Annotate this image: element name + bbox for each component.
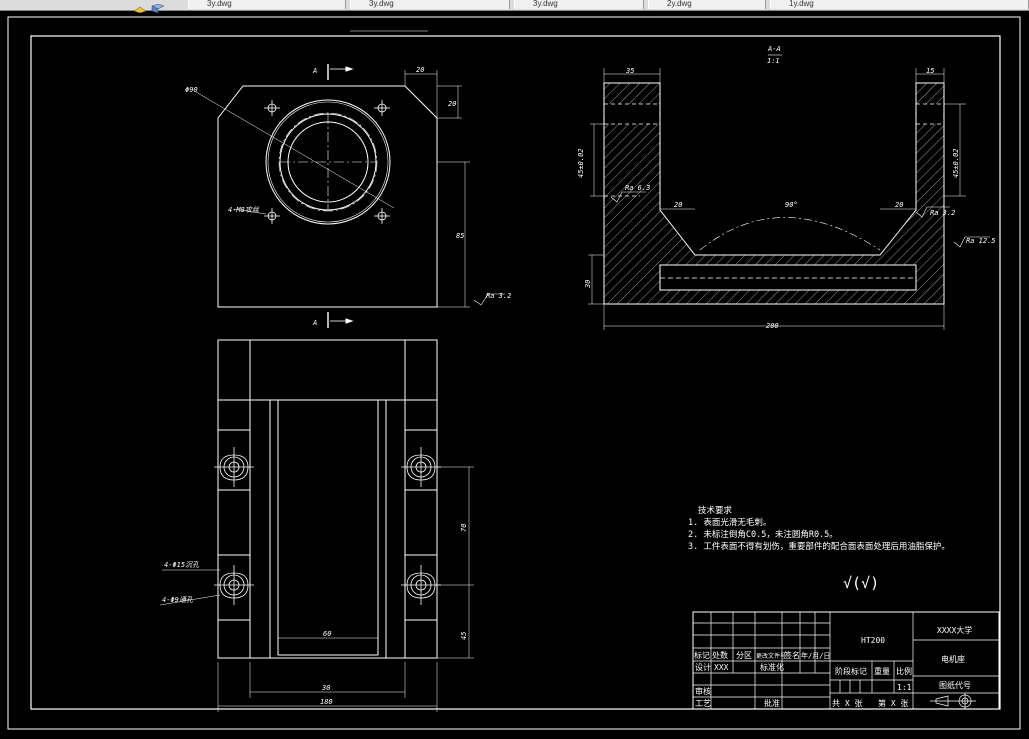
notes-line-1: 1. 表面光滑无毛刺。 <box>688 517 771 528</box>
header-change-doc: 更改文件号 <box>756 652 786 660</box>
header-date: 年/月/日 <box>801 651 830 660</box>
section-mark-top: A <box>312 67 317 75</box>
weight-label: 重量 <box>874 666 890 676</box>
dim-front-h20: 20 <box>448 100 456 108</box>
dim-sec-right-h: 45±0.02 <box>952 148 960 178</box>
dim-sec-15: 15 <box>926 67 934 75</box>
section-mark-bottom: A <box>312 319 317 327</box>
label-design: 设计 <box>695 662 711 672</box>
section-title: A-A <box>767 45 781 53</box>
dim-sec-angle: 90° <box>785 201 798 209</box>
section-scale: 1:1 <box>767 57 780 65</box>
dim-dia90: Φ90 <box>185 86 198 94</box>
scale-value: 1:1 <box>897 683 912 692</box>
section-view-a-a <box>588 54 990 330</box>
label-counterbore: 4-Φ15沉孔 <box>164 561 200 569</box>
tab-drawing-2[interactable]: 3y.dwg <box>350 0 510 9</box>
notes-line-2: 2. 未标注倒角C0.5，未注圆角R0.5。 <box>688 529 838 540</box>
sheet-number: 第 X 张 <box>878 698 908 708</box>
dim-plan-h70: 70 <box>460 524 468 532</box>
drawing-number: 图纸代号 <box>939 680 971 690</box>
ratio-label: 比例 <box>896 666 912 676</box>
roughness-sec-63: Ra 6.3 <box>625 184 650 192</box>
header-mark: 标记 <box>694 650 710 660</box>
dim-front-h85: 85 <box>456 232 464 240</box>
dim-plan-w180: 180 <box>320 698 333 706</box>
tab-drawing-3[interactable]: 3y.dwg <box>514 0 644 9</box>
sheet-count: 共 X 张 <box>832 699 862 708</box>
stage-mark: 阶段标记 <box>835 666 867 676</box>
outer-frame <box>7 16 1021 730</box>
roughness-sec-125: Ra 12.5 <box>966 237 996 245</box>
toolbar-icons[interactable] <box>130 0 180 14</box>
notes-line-3: 3. 工件表面不得有划伤，重要部件的配合面表面处理后用油脂保护。 <box>688 541 950 552</box>
dim-plan-w30: 30 <box>321 684 330 692</box>
header-zone: 分区 <box>736 651 752 660</box>
drawing-svg: A A 20 20 Φ90 85 4-M8攻丝 Ra 3.2 A-A 1:1 3… <box>7 16 1021 730</box>
roughness-front: Ra 3.2 <box>486 292 511 300</box>
label-approve: 批准 <box>764 698 780 708</box>
roughness-sec-32: Ra 3.2 <box>930 209 955 217</box>
label-bolt-holes: 4-M8攻丝 <box>228 206 260 214</box>
dim-sec-30: 30 <box>584 280 592 289</box>
tab-drawing-4[interactable]: 2y.dwg <box>648 0 766 9</box>
notes-title: 技术要求 <box>698 505 733 516</box>
school-name: XXXX大学 <box>937 625 972 635</box>
tab-drawing-5[interactable]: 1y.dwg <box>770 0 1029 9</box>
material: HT200 <box>861 636 885 645</box>
label-review: 审核 <box>695 686 711 696</box>
cad-model-space[interactable]: A A 20 20 Φ90 85 4-M8攻丝 Ra 3.2 A-A 1:1 3… <box>0 10 1029 734</box>
label-process: 工艺 <box>695 699 711 708</box>
dim-sec-35: 35 <box>625 67 634 75</box>
dim-front-w20: 20 <box>416 66 424 74</box>
roughness-general-symbol: √(√) <box>843 574 879 592</box>
dim-plan-h45: 45 <box>460 632 468 640</box>
projection-symbol-icon <box>930 693 976 709</box>
label-standard: 标准化 <box>760 662 784 672</box>
designer-name: XXX <box>714 663 729 672</box>
dim-sec-left-h: 45±0.02 <box>577 148 585 178</box>
dim-sec-200: 200 <box>766 322 779 330</box>
dim-plan-w60: 60 <box>323 630 331 638</box>
header-count: 处数 <box>712 650 728 660</box>
tab-drawing-1[interactable]: 3y.dwg <box>188 0 346 9</box>
header-sign: 签名 <box>784 650 800 660</box>
part-name: 电机座 <box>941 654 965 664</box>
front-view <box>195 64 505 328</box>
dim-sec-20a: 20 <box>674 201 682 209</box>
plan-view <box>159 339 474 712</box>
dim-sec-20b: 20 <box>895 201 903 209</box>
inner-frame <box>30 35 1001 710</box>
label-through-holes: 4-Φ9通孔 <box>162 596 194 604</box>
